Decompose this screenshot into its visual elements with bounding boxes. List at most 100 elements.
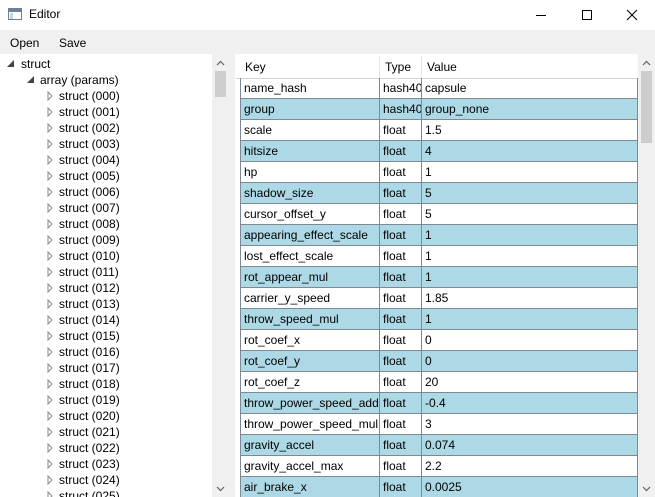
- cell-type[interactable]: float: [380, 330, 422, 351]
- column-header-value[interactable]: Value: [422, 56, 638, 78]
- triangle-collapsed-icon[interactable]: [46, 168, 56, 184]
- cell-key[interactable]: carrier_y_speed: [240, 288, 380, 309]
- cell-key[interactable]: throw_power_speed_mul: [240, 414, 380, 435]
- cell-key[interactable]: appearing_effect_scale: [240, 225, 380, 246]
- triangle-collapsed-icon[interactable]: [46, 344, 56, 360]
- column-header-type[interactable]: Type: [380, 56, 422, 78]
- cell-type[interactable]: float: [380, 477, 422, 497]
- grid-scrollbar[interactable]: [638, 54, 655, 497]
- cell-type[interactable]: float: [380, 393, 422, 414]
- table-row[interactable]: appearing_effect_scale float 1: [240, 225, 638, 246]
- cell-key[interactable]: gravity_accel: [240, 435, 380, 456]
- triangle-collapsed-icon[interactable]: [46, 440, 56, 456]
- cell-type[interactable]: float: [380, 435, 422, 456]
- cell-key[interactable]: group: [240, 99, 380, 120]
- triangle-collapsed-icon[interactable]: [46, 376, 56, 392]
- minimize-button[interactable]: [518, 0, 564, 30]
- table-row[interactable]: rot_coef_x float 0: [240, 330, 638, 351]
- cell-type[interactable]: float: [380, 162, 422, 183]
- cell-key[interactable]: rot_coef_x: [240, 330, 380, 351]
- grid-scroll-thumb[interactable]: [641, 71, 652, 143]
- triangle-collapsed-icon[interactable]: [46, 88, 56, 104]
- cell-type[interactable]: hash40: [380, 99, 422, 120]
- scroll-down-arrow-icon[interactable]: [212, 480, 229, 497]
- cell-key[interactable]: lost_effect_scale: [240, 246, 380, 267]
- cell-key[interactable]: throw_power_speed_add: [240, 393, 380, 414]
- triangle-collapsed-icon[interactable]: [46, 152, 56, 168]
- table-row[interactable]: group hash40 group_none: [240, 99, 638, 120]
- cell-value[interactable]: 1: [422, 225, 638, 246]
- cell-value[interactable]: 0: [422, 330, 638, 351]
- table-row[interactable]: throw_speed_mul float 1: [240, 309, 638, 330]
- triangle-collapsed-icon[interactable]: [46, 216, 56, 232]
- cell-type[interactable]: float: [380, 183, 422, 204]
- table-row[interactable]: gravity_accel float 0.074: [240, 435, 638, 456]
- triangle-collapsed-icon[interactable]: [46, 184, 56, 200]
- cell-value[interactable]: 0.0025: [422, 477, 638, 497]
- column-header-key[interactable]: Key: [240, 56, 380, 78]
- menu-save[interactable]: Save: [59, 36, 86, 50]
- cell-key[interactable]: rot_coef_y: [240, 351, 380, 372]
- triangle-collapsed-icon[interactable]: [46, 120, 56, 136]
- table-row[interactable]: shadow_size float 5: [240, 183, 638, 204]
- cell-value[interactable]: 1: [422, 246, 638, 267]
- table-row[interactable]: rot_coef_y float 0: [240, 351, 638, 372]
- triangle-collapsed-icon[interactable]: [46, 424, 56, 440]
- cell-key[interactable]: throw_speed_mul: [240, 309, 380, 330]
- triangle-collapsed-icon[interactable]: [46, 104, 56, 120]
- cell-key[interactable]: cursor_offset_y: [240, 204, 380, 225]
- cell-type[interactable]: float: [380, 204, 422, 225]
- cell-key[interactable]: gravity_accel_max: [240, 456, 380, 477]
- triangle-collapsed-icon[interactable]: [46, 136, 56, 152]
- triangle-collapsed-icon[interactable]: [46, 472, 56, 488]
- triangle-collapsed-icon[interactable]: [46, 312, 56, 328]
- cell-value[interactable]: group_none: [422, 99, 638, 120]
- table-row[interactable]: scale float 1.5: [240, 120, 638, 141]
- cell-key[interactable]: rot_appear_mul: [240, 267, 380, 288]
- table-row[interactable]: lost_effect_scale float 1: [240, 246, 638, 267]
- tree-view[interactable]: struct array (params) struct (000) struct…: [0, 54, 212, 497]
- cell-key[interactable]: air_brake_x: [240, 477, 380, 497]
- cell-type[interactable]: float: [380, 288, 422, 309]
- triangle-collapsed-icon[interactable]: [46, 408, 56, 424]
- table-row[interactable]: hitsize float 4: [240, 141, 638, 162]
- cell-type[interactable]: float: [380, 309, 422, 330]
- triangle-collapsed-icon[interactable]: [46, 360, 56, 376]
- triangle-expanded-icon[interactable]: [26, 72, 36, 88]
- triangle-collapsed-icon[interactable]: [46, 456, 56, 472]
- cell-value[interactable]: capsule: [422, 78, 638, 99]
- table-row[interactable]: hp float 1: [240, 162, 638, 183]
- triangle-collapsed-icon[interactable]: [46, 200, 56, 216]
- cell-value[interactable]: 5: [422, 204, 638, 225]
- triangle-collapsed-icon[interactable]: [46, 392, 56, 408]
- cell-type[interactable]: float: [380, 246, 422, 267]
- cell-value[interactable]: 3: [422, 414, 638, 435]
- table-row[interactable]: air_brake_x float 0.0025: [240, 477, 638, 497]
- cell-type[interactable]: float: [380, 141, 422, 162]
- maximize-button[interactable]: [564, 0, 610, 30]
- triangle-expanded-icon[interactable]: [6, 56, 16, 72]
- table-row[interactable]: name_hash hash40 capsule: [240, 78, 638, 99]
- table-row[interactable]: throw_power_speed_add float -0.4: [240, 393, 638, 414]
- cell-type[interactable]: hash40: [380, 78, 422, 99]
- menu-open[interactable]: Open: [10, 36, 39, 50]
- triangle-collapsed-icon[interactable]: [46, 296, 56, 312]
- cell-value[interactable]: 4: [422, 141, 638, 162]
- cell-value[interactable]: 5: [422, 183, 638, 204]
- cell-value[interactable]: 20: [422, 372, 638, 393]
- tree-scroll-thumb[interactable]: [215, 71, 226, 97]
- triangle-collapsed-icon[interactable]: [46, 248, 56, 264]
- scroll-up-arrow-icon[interactable]: [638, 54, 655, 71]
- cell-type[interactable]: float: [380, 225, 422, 246]
- cell-type[interactable]: float: [380, 351, 422, 372]
- cell-value[interactable]: 1: [422, 309, 638, 330]
- cell-value[interactable]: -0.4: [422, 393, 638, 414]
- scroll-up-arrow-icon[interactable]: [212, 54, 229, 71]
- pane-splitter[interactable]: [229, 54, 235, 497]
- table-row[interactable]: carrier_y_speed float 1.85: [240, 288, 638, 309]
- cell-key[interactable]: shadow_size: [240, 183, 380, 204]
- table-row[interactable]: gravity_accel_max float 2.2: [240, 456, 638, 477]
- table-row[interactable]: throw_power_speed_mul float 3: [240, 414, 638, 435]
- cell-value[interactable]: 1: [422, 162, 638, 183]
- cell-value[interactable]: 1: [422, 267, 638, 288]
